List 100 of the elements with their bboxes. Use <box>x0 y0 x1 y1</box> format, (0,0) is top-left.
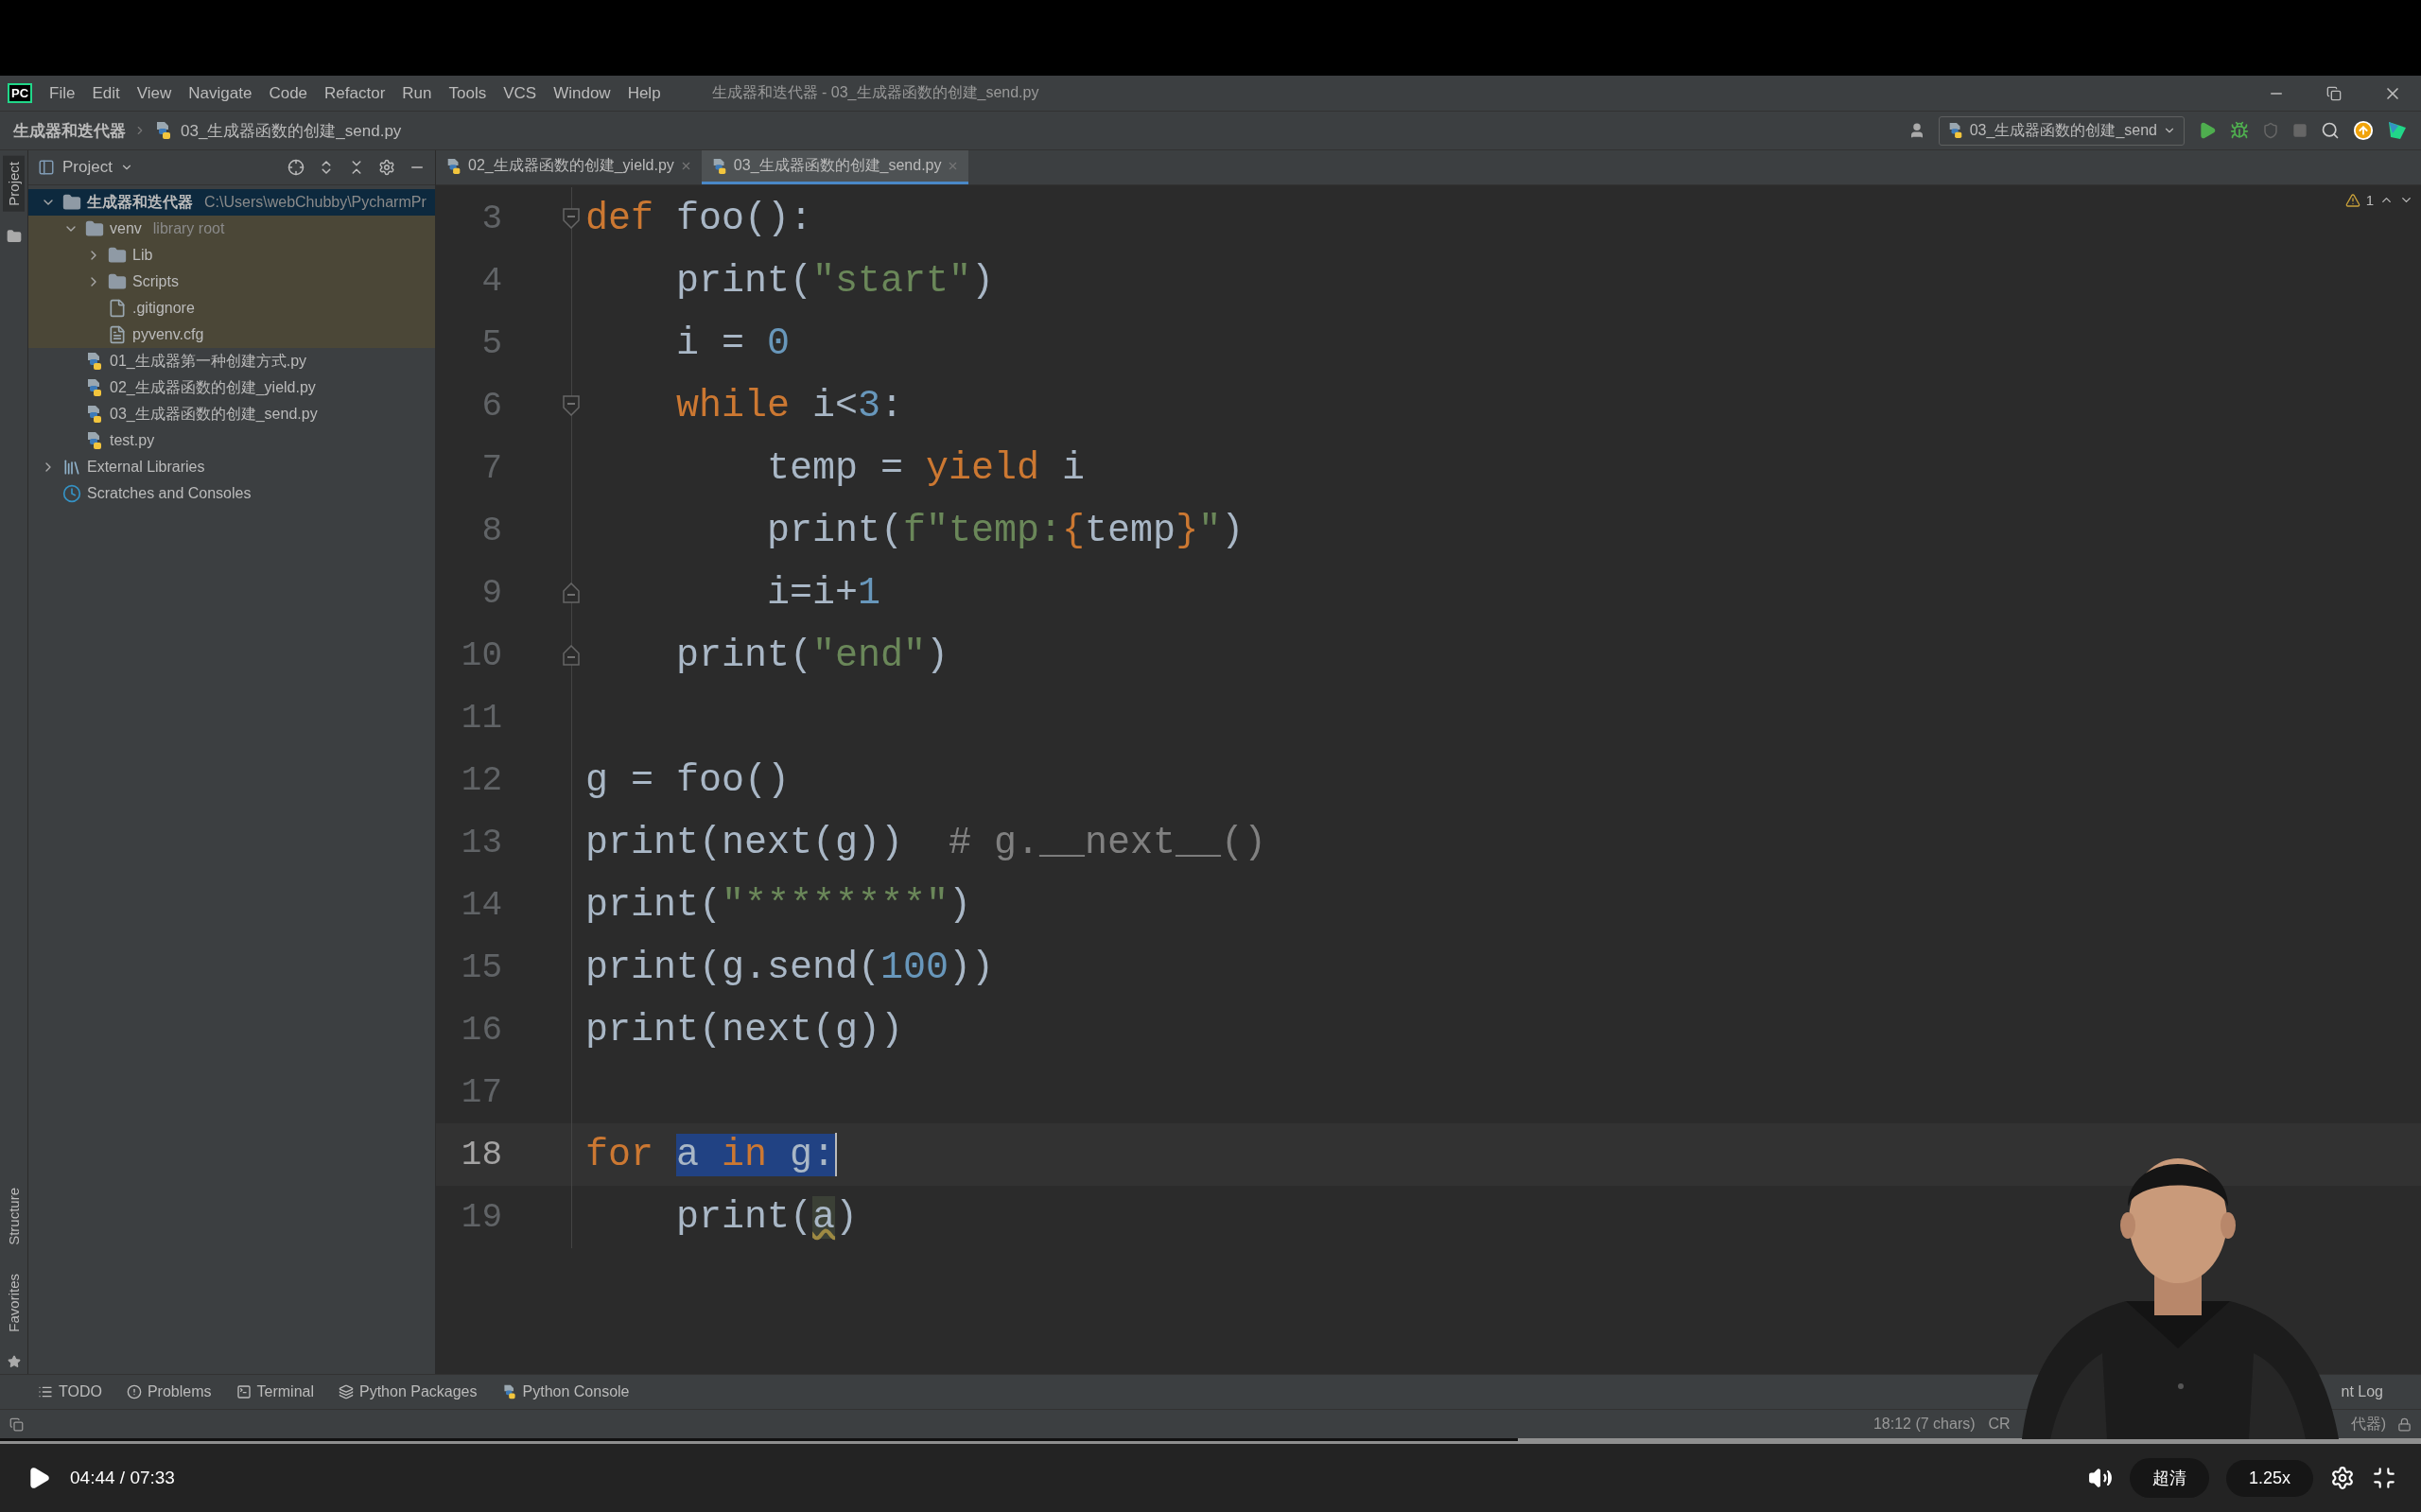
menu-item[interactable]: Navigate <box>188 83 253 103</box>
breadcrumb[interactable]: 03_生成器函数的创建_send.py <box>181 119 402 142</box>
warning-icon[interactable] <box>2344 192 2360 208</box>
side-tab[interactable]: Structure <box>3 1182 25 1252</box>
line-number: 7 <box>480 448 502 488</box>
fold-marker-icon[interactable] <box>562 208 581 229</box>
run-icon[interactable] <box>2198 121 2217 140</box>
tree-item[interactable]: venv library root <box>28 216 435 242</box>
playback-time: 04:44 / 07:33 <box>70 1468 175 1488</box>
code-line: print(next(g)) # g.__next__() <box>584 821 1267 864</box>
text-file-icon <box>108 325 127 344</box>
side-tab[interactable]: Favorites <box>3 1268 25 1338</box>
line-number: 15 <box>460 947 502 987</box>
code-line: i = 0 <box>675 322 791 365</box>
list-icon <box>38 1384 53 1399</box>
menu-item[interactable]: Help <box>627 83 661 103</box>
app-logo: PC <box>8 83 33 103</box>
tool-window-tab[interactable]: nt Log <box>2341 1383 2408 1400</box>
tree-item[interactable]: 03_生成器函数的创建_send.py <box>28 401 435 427</box>
cursor-position[interactable]: 18:12 (7 chars) <box>1872 1416 1976 1433</box>
line-separator[interactable]: CR <box>1988 1416 2011 1433</box>
tree-item[interactable]: test.py <box>28 427 435 454</box>
tool-window-tab[interactable]: Problems <box>126 1383 212 1400</box>
line-number: 18 <box>460 1135 502 1174</box>
side-tab[interactable]: Project <box>3 156 25 212</box>
tree-item[interactable]: 01_生成器第一种创建方式.py <box>28 348 435 374</box>
window-title: 生成器和迭代器 - 03_生成器函数的创建_send.py <box>711 83 1039 102</box>
code-line: i=i+1 <box>766 571 881 615</box>
update-icon[interactable] <box>2353 120 2374 141</box>
file-icon <box>108 299 127 318</box>
breadcrumb[interactable]: 生成器和迭代器 <box>13 119 126 142</box>
layout-icon[interactable] <box>9 1416 24 1432</box>
line-number: 8 <box>480 511 502 550</box>
menu-item[interactable]: Edit <box>92 83 120 103</box>
line-number: 10 <box>460 635 502 675</box>
menu-item[interactable]: Run <box>402 83 432 103</box>
line-number: 5 <box>480 323 502 363</box>
crosshair-icon[interactable] <box>287 159 305 176</box>
search-icon[interactable] <box>2321 121 2340 140</box>
line-number: 3 <box>480 199 502 238</box>
panel-title[interactable]: Project <box>62 158 113 177</box>
editor-tab[interactable]: 03_生成器函数的创建_send.py <box>701 150 969 184</box>
menu-item[interactable]: Code <box>269 83 308 103</box>
folder-icon <box>62 193 81 212</box>
line-number: 13 <box>460 823 502 862</box>
python-file-icon <box>85 352 104 371</box>
python-file-icon <box>85 431 104 450</box>
tree-item[interactable]: Scripts <box>28 269 435 295</box>
menu-item[interactable]: VCS <box>503 83 537 103</box>
exit-fullscreen-icon[interactable] <box>2372 1466 2396 1490</box>
menu-item[interactable]: Refactor <box>324 83 386 103</box>
code-line: while i<3: <box>675 384 904 427</box>
code-line: print(g.send(100)) <box>584 946 995 989</box>
tool-window-tab[interactable]: Terminal <box>235 1383 314 1400</box>
code-line: for a in g: <box>584 1133 838 1176</box>
fold-marker-icon[interactable] <box>562 645 581 666</box>
bug-icon[interactable] <box>2230 121 2249 140</box>
library-icon <box>62 458 81 477</box>
settings-icon[interactable] <box>2330 1466 2355 1490</box>
line-number: 14 <box>460 885 502 925</box>
tree-item[interactable]: 生成器和迭代器 C:\Users\webChubby\PycharmPr <box>28 189 435 216</box>
fold-marker-icon[interactable] <box>562 582 581 603</box>
menu-item[interactable]: Tools <box>448 83 487 103</box>
lock-icon[interactable] <box>2397 1416 2412 1432</box>
panel-icon <box>38 159 55 176</box>
folder-icon <box>6 228 22 244</box>
tool-window-tab[interactable]: TODO <box>38 1383 102 1400</box>
quality-button[interactable]: 超清 <box>2129 1458 2209 1498</box>
star-icon <box>7 1355 21 1368</box>
code-line: temp = yield i <box>766 446 1086 490</box>
run-config-dropdown[interactable]: 03_生成器函数的创建_send <box>1938 115 2185 146</box>
text-caret <box>835 1133 838 1176</box>
tree-item[interactable]: Scratches and Consoles <box>28 480 435 507</box>
tree-item[interactable]: Lib <box>28 242 435 269</box>
fold-marker-icon[interactable] <box>562 395 581 416</box>
tree-item[interactable]: External Libraries <box>28 454 435 480</box>
menu-item[interactable]: View <box>136 83 172 103</box>
tree-item[interactable]: pyvenv.cfg <box>28 322 435 348</box>
menu-item[interactable]: File <box>49 83 76 103</box>
folder-icon <box>108 246 127 265</box>
tool-window-tab[interactable]: Python Packages <box>339 1383 478 1400</box>
line-number: 17 <box>460 1072 502 1112</box>
restore-button[interactable] <box>2326 85 2342 101</box>
line-number: 6 <box>480 386 502 426</box>
speed-button[interactable]: 1.25x <box>2225 1459 2313 1497</box>
python-file-icon <box>445 157 462 175</box>
volume-icon[interactable] <box>2087 1466 2113 1490</box>
menu-item[interactable]: Window <box>553 83 611 103</box>
layers-icon <box>339 1384 354 1399</box>
progress-track[interactable] <box>0 1438 2421 1444</box>
tree-item[interactable]: 02_生成器函数的创建_yield.py <box>28 374 435 401</box>
python-file-icon <box>154 121 173 140</box>
line-number: 19 <box>460 1197 502 1237</box>
tool-window-tab[interactable]: Python Console <box>501 1383 630 1400</box>
code-line: print(f"temp:{temp}") <box>766 509 1245 552</box>
tree-item[interactable]: .gitignore <box>28 295 435 322</box>
branch-label[interactable]: 代器) <box>2350 1414 2386 1434</box>
app-logo-icon[interactable] <box>2387 120 2408 141</box>
python-file-icon <box>501 1384 517 1399</box>
python-file-icon <box>85 405 104 424</box>
